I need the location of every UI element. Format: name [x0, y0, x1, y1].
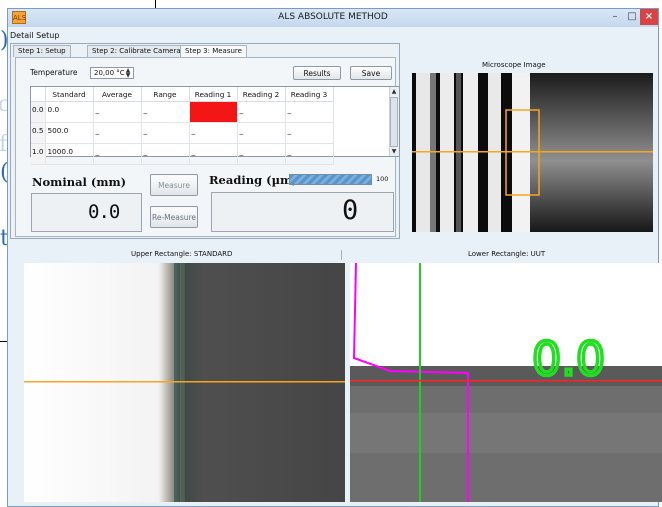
column-header[interactable]: Standard [45, 87, 94, 102]
measure-button[interactable]: Measure [150, 174, 198, 196]
table-cell[interactable]: _ [141, 122, 190, 144]
table-cell[interactable]: _ [285, 143, 334, 165]
table-cell[interactable]: _ [237, 101, 286, 123]
upper-rectangle-label: Upper Rectangle: STANDARD [131, 250, 233, 258]
readings-table: Standard Average Range Reading 1 Reading… [30, 86, 400, 165]
lower-rectangle-image[interactable]: 0.0 [350, 263, 662, 502]
reading-value: 0 [342, 195, 359, 226]
table-cell[interactable]: 500.0 [45, 122, 94, 144]
scroll-down-icon[interactable]: ▼ [389, 147, 399, 156]
microscope-image-label: Microscope Image [482, 61, 546, 69]
table-cell[interactable]: 0.0 [45, 101, 94, 123]
scroll-up-icon[interactable]: ▲ [389, 87, 399, 96]
progress-max-label: 100 [376, 175, 389, 183]
table-cell[interactable]: _ [93, 101, 142, 123]
panel-divider [341, 250, 342, 260]
table-cell[interactable]: _ [93, 122, 142, 144]
row-header: 0.5 [31, 122, 46, 144]
table-header-row: Standard Average Range Reading 1 Reading… [31, 87, 334, 102]
table-corner [31, 87, 46, 102]
table-cell[interactable]: _ [285, 122, 334, 144]
table-row[interactable]: 1.0 1000.0 _ _ _ _ _ [31, 143, 334, 165]
column-header[interactable]: Reading 2 [237, 87, 286, 102]
table-cell[interactable]: _ [189, 143, 238, 165]
nominal-label: Nominal (mm) [32, 175, 127, 189]
maximize-button[interactable]: □ [624, 9, 640, 25]
column-header[interactable]: Range [141, 87, 190, 102]
table-cell[interactable]: _ [237, 122, 286, 144]
row-header: 0.0 [31, 101, 46, 123]
results-button[interactable]: Results [293, 66, 341, 80]
scrollbar-thumb[interactable] [390, 97, 398, 147]
column-header[interactable]: Reading 1 [189, 87, 238, 102]
tab-setup[interactable]: Step 1: Setup [13, 45, 71, 57]
menu-detail-setup[interactable]: Detail Setup [10, 31, 59, 40]
reading-progress-bar [289, 174, 372, 185]
column-header[interactable]: Average [93, 87, 142, 102]
uut-overlay-value: 0.0 [532, 332, 605, 386]
temperature-label: Temperature [30, 68, 78, 77]
nominal-display [31, 193, 142, 232]
table-row[interactable]: 0.0 0.0 _ _ _ _ [31, 101, 334, 123]
temperature-spinner-icon[interactable]: ▲ ▼ [124, 68, 132, 79]
microscope-image[interactable] [412, 73, 653, 232]
reading-label: Reading (µm) [209, 173, 298, 187]
save-button[interactable]: Save [350, 66, 392, 80]
reading-display [211, 192, 394, 232]
column-header[interactable]: Reading 3 [285, 87, 334, 102]
window-title: ALS ABSOLUTE METHOD [278, 12, 388, 22]
title-bar[interactable]: ALS ALS ABSOLUTE METHOD – □ × [8, 9, 658, 27]
remeasure-button[interactable]: Re-Measure [150, 206, 198, 228]
nominal-value: 0.0 [88, 201, 120, 223]
table-cell[interactable]: _ [141, 143, 190, 165]
table-cell[interactable]: 1000.0 [45, 143, 94, 165]
table-cell-selected[interactable] [189, 101, 238, 123]
table-cell[interactable]: _ [285, 101, 334, 123]
table-cell[interactable]: _ [237, 143, 286, 165]
tab-calibrate-camera[interactable]: Step 2: Calibrate Camera [87, 45, 186, 57]
lower-rectangle-label: Lower Rectangle: UUT [468, 250, 546, 258]
upper-rectangle-image[interactable] [24, 263, 345, 502]
table-cell[interactable]: _ [93, 143, 142, 165]
table-cell[interactable]: _ [141, 101, 190, 123]
close-button[interactable]: × [640, 9, 658, 25]
table-row[interactable]: 0.5 500.0 _ _ _ _ _ [31, 122, 334, 144]
app-window: ALS ALS ABSOLUTE METHOD – □ × Detail Set… [7, 8, 662, 507]
row-header: 1.0 [31, 143, 46, 165]
table-cell[interactable]: _ [189, 122, 238, 144]
minimize-button[interactable]: – [606, 9, 624, 25]
